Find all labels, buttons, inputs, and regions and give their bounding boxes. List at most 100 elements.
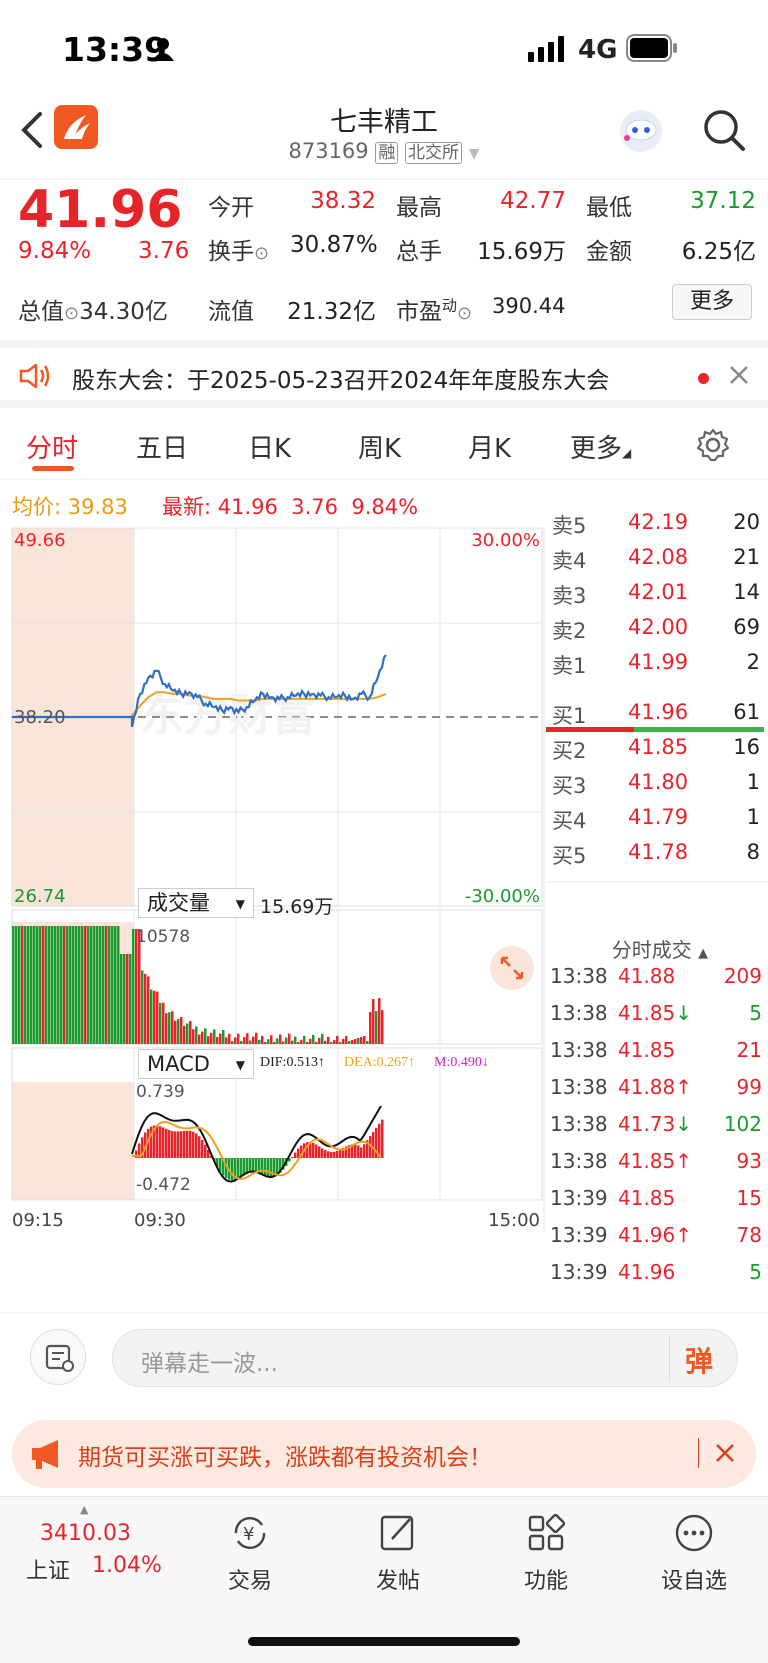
tab-more[interactable]: 更多◢ bbox=[570, 428, 631, 465]
trade-arrow: ↓ bbox=[675, 1001, 693, 1025]
order-volume: 61 bbox=[733, 700, 760, 724]
float-value-label: 流值 bbox=[208, 299, 254, 325]
order-book-row[interactable]: 买5 41.78 8 bbox=[552, 840, 760, 877]
trade-price: 41.73↓ bbox=[618, 1112, 693, 1136]
volume-total: 15.69万 bbox=[260, 896, 334, 918]
more-button[interactable]: 更多 bbox=[672, 284, 752, 320]
stock-code-row[interactable]: 873169 融 北交所 ▼ bbox=[234, 138, 534, 164]
trade-price: 41.85↓ bbox=[618, 1001, 693, 1025]
close-icon[interactable] bbox=[728, 364, 750, 390]
trade-row: 13:39 41.96↑ 78 bbox=[550, 1223, 762, 1262]
trade-volume: 209 bbox=[723, 964, 762, 988]
quote-field-value: 42.77 bbox=[500, 188, 566, 214]
order-book-row[interactable]: 买4 41.79 1 bbox=[552, 805, 760, 842]
trade-time: 13:38 bbox=[550, 1001, 608, 1025]
y-mid-label: 38.20 bbox=[14, 707, 66, 728]
dif-value: DIF:0.513↑ bbox=[260, 1055, 325, 1070]
expand-icon[interactable] bbox=[490, 946, 534, 990]
app-logo[interactable] bbox=[54, 105, 98, 149]
ad-banner[interactable]: 期货可买涨可买跌，涨跌都有投资机会！ bbox=[12, 1420, 756, 1488]
danmaku-placeholder: 弹幕走一波... bbox=[141, 1351, 278, 1377]
order-book-row[interactable]: 卖5 42.19 20 bbox=[552, 510, 760, 547]
notice-bar[interactable]: 股东大会：于2025-05-23召开2024年年度股东大会 bbox=[0, 340, 768, 408]
search-icon[interactable] bbox=[702, 108, 746, 156]
info-icon[interactable]: ⊙ bbox=[64, 303, 79, 324]
trade-time: 13:38 bbox=[550, 1149, 608, 1173]
trade-row: 13:38 41.88↑ 99 bbox=[550, 1075, 762, 1114]
active-tab-indicator bbox=[32, 466, 74, 471]
index-name: 上证 bbox=[26, 1559, 71, 1584]
time-open-label: 09:30 bbox=[134, 1210, 186, 1231]
settings-gear-icon[interactable] bbox=[696, 428, 730, 466]
close-icon[interactable] bbox=[714, 1442, 736, 1468]
macd-indicator-select[interactable]: MACD ▼ bbox=[138, 1049, 254, 1079]
order-book-row[interactable]: 买1 41.96 61 bbox=[552, 700, 760, 737]
order-book-row[interactable]: 卖2 42.00 69 bbox=[552, 615, 760, 652]
quote-field-label: 最低 bbox=[586, 195, 632, 221]
quote-field-label: 今开 bbox=[208, 195, 254, 221]
danmaku-input[interactable]: 弹幕走一波... 弹 bbox=[112, 1329, 738, 1387]
last-price: 41.96 bbox=[18, 180, 183, 240]
quote-field-value: 6.25亿 bbox=[681, 239, 756, 265]
order-book-row[interactable]: 卖4 42.08 21 bbox=[552, 545, 760, 582]
order-level: 卖2 bbox=[552, 619, 587, 643]
trade-row: 13:38 41.88 209 bbox=[550, 964, 762, 1003]
trade-volume: 15 bbox=[736, 1186, 762, 1210]
tab-intraday[interactable]: 分时 bbox=[26, 428, 78, 465]
dea-value: DEA:0.267↑ bbox=[344, 1055, 416, 1070]
more-dots-icon bbox=[674, 1513, 714, 1557]
back-icon[interactable] bbox=[18, 110, 46, 154]
order-price: 42.00 bbox=[628, 615, 689, 639]
time-end-label: 15:00 bbox=[488, 1210, 540, 1231]
trade-price: 41.85↑ bbox=[618, 1149, 693, 1173]
stock-name: 七丰精工 bbox=[330, 107, 438, 138]
vol-max-label: 10578 bbox=[136, 927, 190, 947]
volume-indicator-select[interactable]: 成交量 ▼ bbox=[138, 888, 254, 918]
order-level: 卖5 bbox=[552, 514, 587, 538]
info-icon[interactable]: ⊙ bbox=[254, 243, 269, 264]
index-ticker[interactable]: ▲ 3410.03 上证 1.04% bbox=[0, 1497, 176, 1597]
trade-row: 13:39 41.85 15 bbox=[550, 1186, 762, 1225]
order-price: 42.08 bbox=[628, 545, 689, 569]
latest-price: 最新: 41.96 3.76 9.84% bbox=[162, 495, 419, 519]
tab-five-day[interactable]: 五日 bbox=[136, 428, 188, 465]
order-volume: 14 bbox=[733, 580, 760, 604]
change-percent: 9.84% bbox=[18, 238, 92, 264]
trade-time: 13:38 bbox=[550, 964, 608, 988]
trade-volume: 102 bbox=[723, 1112, 762, 1136]
trade-row: 13:38 41.85↓ 5 bbox=[550, 1001, 762, 1040]
order-book-row[interactable]: 买2 41.85 16 bbox=[552, 735, 760, 772]
danmaku-send-button[interactable]: 弹 bbox=[685, 1340, 713, 1380]
order-volume: 69 bbox=[733, 615, 760, 639]
quote-field-label: 换手⊙ bbox=[208, 239, 270, 265]
grid-icon bbox=[526, 1513, 566, 1557]
order-book-row[interactable]: 买3 41.80 1 bbox=[552, 770, 760, 807]
margin-tag: 融 bbox=[375, 142, 399, 164]
signal-icon bbox=[528, 36, 568, 66]
order-book-row[interactable]: 卖3 42.01 14 bbox=[552, 580, 760, 617]
person-icon bbox=[152, 37, 174, 61]
danmaku-settings-icon[interactable] bbox=[30, 1329, 86, 1385]
notice-text: 股东大会：于2025-05-23召开2024年年度股东大会 bbox=[72, 368, 610, 394]
trade-time: 13:39 bbox=[550, 1186, 608, 1210]
status-bar: 13:39 4G bbox=[0, 0, 768, 100]
order-price: 42.19 bbox=[628, 510, 689, 534]
tab-weekly-k[interactable]: 周K bbox=[358, 428, 401, 465]
dropdown-icon: ▼ bbox=[468, 146, 480, 162]
order-volume: 8 bbox=[746, 840, 760, 864]
order-level: 买5 bbox=[552, 844, 587, 868]
trade-price: 41.88 bbox=[618, 964, 676, 988]
quote-field-label: 金额 bbox=[586, 239, 632, 265]
edit-icon bbox=[378, 1513, 418, 1557]
trades-title[interactable]: 分时成交 ▲ bbox=[560, 934, 760, 963]
quote-field-value: 38.32 bbox=[310, 188, 376, 214]
trade-volume: 5 bbox=[749, 1260, 762, 1284]
pe-label: 市盈动⊙ bbox=[396, 296, 473, 325]
order-volume: 2 bbox=[746, 650, 760, 674]
robot-assistant-icon[interactable] bbox=[618, 108, 664, 158]
ad-text: 期货可买涨可买跌，涨跌都有投资机会！ bbox=[78, 1445, 492, 1471]
tab-monthly-k[interactable]: 月K bbox=[468, 428, 511, 465]
tab-daily-k[interactable]: 日K bbox=[248, 428, 291, 465]
trade-time: 13:38 bbox=[550, 1038, 608, 1062]
order-book-row[interactable]: 卖1 41.99 2 bbox=[552, 650, 760, 687]
